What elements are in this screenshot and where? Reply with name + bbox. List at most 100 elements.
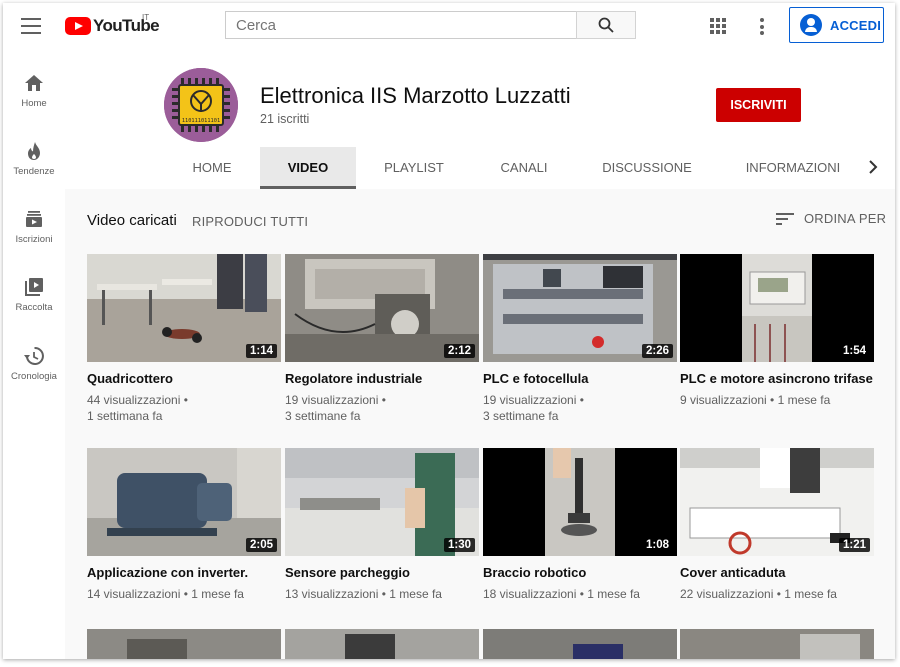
more-options-icon[interactable] [760,18,764,35]
sort-icon [776,212,794,225]
video-meta: 22 visualizzazioni • 1 mese fa [680,587,837,601]
video-age: 1 mese fa [389,587,442,601]
chip-logo-icon: 110111011101 [164,68,238,142]
video-views: 14 visualizzazioni [87,587,181,601]
video-card[interactable]: 1:21 Cover anticaduta 22 visualizzazioni… [680,448,874,602]
video-meta: 19 visualizzazioni • 3 settimane fa [285,393,386,423]
video-card[interactable]: 2:12 Regolatore industriale 19 visualizz… [285,254,479,424]
video-views: 13 visualizzazioni [285,587,379,601]
video-title[interactable]: Regolatore industriale [285,371,479,386]
tab-home[interactable]: HOME [179,147,245,189]
video-views: 22 visualizzazioni [680,587,774,601]
sidebar-item-trending[interactable]: Tendenze [3,141,65,177]
video-title[interactable]: PLC e fotocellula [483,371,677,386]
sidebar-item-label: Tendenze [13,166,55,177]
video-age: 3 settimane fa [285,409,361,423]
sort-by-button[interactable]: ORDINA PER [776,211,886,226]
video-thumbnail[interactable]: 1:14 [87,254,281,362]
video-title[interactable]: Cover anticaduta [680,565,874,580]
video-duration: 1:14 [245,344,277,358]
video-thumbnail-partial[interactable] [285,629,479,659]
subscribe-button[interactable]: ISCRIVITI [716,88,801,122]
video-meta: 14 visualizzazioni • 1 mese fa [87,587,244,601]
video-title[interactable]: Applicazione con inverter. [87,565,281,580]
search-button[interactable] [576,11,636,39]
video-thumbnail[interactable]: 2:12 [285,254,479,362]
video-meta: 19 visualizzazioni • 3 settimane fa [483,393,584,423]
subscriber-count: 21 iscritti [260,112,310,126]
video-thumbnail[interactable]: 2:05 [87,448,281,556]
video-thumbnail[interactable]: 1:21 [680,448,874,556]
video-card[interactable]: 2:26 PLC e fotocellula 19 visualizzazion… [483,254,677,424]
video-age: 1 mese fa [191,587,244,601]
sidebar-item-label: Raccolta [15,302,53,313]
video-meta: 44 visualizzazioni • 1 settimana fa [87,393,188,423]
video-age: 1 settimana fa [87,409,163,423]
tab-playlists[interactable]: PLAYLIST [372,147,456,189]
signin-label: ACCEDI [830,17,882,33]
video-card[interactable]: 1:08 Braccio robotico 18 visualizzazioni… [483,448,677,602]
sidebar-item-home[interactable]: Home [3,73,65,109]
video-meta: 18 visualizzazioni • 1 mese fa [483,587,640,601]
chevron-right-icon[interactable] [868,160,878,174]
video-thumbnail[interactable]: 1:30 [285,448,479,556]
video-title[interactable]: Sensore parcheggio [285,565,479,580]
tab-about[interactable]: INFORMAZIONI [738,147,848,189]
country-code: IT [142,13,150,22]
subscriptions-icon [26,211,42,227]
section-title: Video caricati [87,212,177,229]
tab-discussion[interactable]: DISCUSSIONE [595,147,699,189]
video-card[interactable]: 1:54 PLC e motore asincrono trifase 9 vi… [680,254,874,408]
channel-avatar[interactable]: 110111011101 [164,68,238,142]
video-title[interactable]: PLC e motore asincrono trifase [680,371,874,386]
video-duration: 1:08 [641,538,673,552]
youtube-play-icon [65,17,91,35]
video-duration: 1:54 [838,344,870,358]
video-card[interactable]: 1:30 Sensore parcheggio 13 visualizzazio… [285,448,479,602]
video-views: 19 visualizzazioni [483,393,577,407]
youtube-logo[interactable]: YouTube IT [65,13,160,36]
sort-label: ORDINA PER [804,211,887,226]
channel-name: Elettronica IIS Marzotto Luzzatti [260,83,571,108]
video-duration: 1:30 [443,538,475,552]
search-icon [598,17,614,33]
video-title[interactable]: Quadricottero [87,371,281,386]
video-card[interactable]: 1:14 Quadricottero 44 visualizzazioni • … [87,254,281,424]
video-thumbnail[interactable]: 1:54 [680,254,874,362]
history-icon [24,346,44,365]
video-age: 1 mese fa [784,587,837,601]
video-title[interactable]: Braccio robotico [483,565,677,580]
video-card[interactable]: 2:05 Applicazione con inverter. 14 visua… [87,448,281,602]
play-all-button[interactable]: RIPRODUCI TUTTI [192,214,308,229]
sidebar-item-library[interactable]: Raccolta [3,277,65,313]
channel-header: 110111011101 Elettronica IIS Marzotto Lu… [65,53,895,189]
search-input[interactable] [226,12,576,38]
tab-channels[interactable]: CANALI [488,147,560,189]
video-views: 19 visualizzazioni [285,393,379,407]
video-meta: 9 visualizzazioni • 1 mese fa [680,393,831,407]
video-duration: 2:26 [641,344,673,358]
search-box [225,11,577,39]
video-age: 3 settimane fa [483,409,559,423]
video-thumbnail-partial[interactable] [87,629,281,659]
video-thumbnail[interactable]: 2:26 [483,254,677,362]
signin-button[interactable]: ACCEDI [789,7,884,43]
video-age: 1 mese fa [777,393,831,407]
sidebar: Home Tendenze Iscrizioni Raccolta Cronol… [3,53,65,659]
sidebar-item-label: Home [21,98,47,109]
apps-grid-icon[interactable] [710,18,727,35]
video-thumbnail-partial[interactable] [680,629,874,659]
video-views: 18 visualizzazioni [483,587,577,601]
sidebar-item-subscriptions[interactable]: Iscrizioni [3,209,65,245]
top-bar: YouTube IT ACCEDI [3,3,895,53]
tab-videos[interactable]: VIDEO [260,147,356,189]
sidebar-item-history[interactable]: Cronologia [3,346,65,382]
video-thumbnail-partial[interactable] [483,629,677,659]
video-thumbnail[interactable]: 1:08 [483,448,677,556]
hamburger-menu-icon[interactable] [21,18,41,34]
video-duration: 2:05 [245,538,277,552]
sidebar-item-label: Cronologia [11,371,57,382]
video-duration: 1:21 [838,538,870,552]
video-views: 44 visualizzazioni [87,393,181,407]
video-meta: 13 visualizzazioni • 1 mese fa [285,587,442,601]
